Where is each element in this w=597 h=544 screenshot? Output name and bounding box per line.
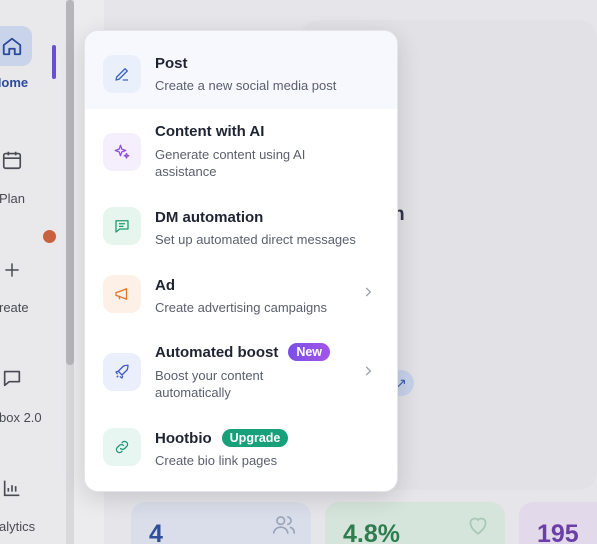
megaphone-icon [103,275,141,313]
sparkles-icon [103,133,141,171]
menu-item-title: Automated boost New [155,343,331,361]
sidebar-item-label: alytics [0,519,36,534]
pencil-icon [103,55,141,93]
stat-card-third[interactable]: 195 [519,502,597,544]
stat-card-engagement[interactable]: 4.8% [325,502,505,544]
menu-item-ad[interactable]: Ad Create advertising campaigns [85,265,397,327]
message-icon [103,207,141,245]
bar-chart-icon [0,468,32,508]
sidebar: Home Plan reate box 2.0 alytics [0,0,70,544]
chevron-right-icon [361,364,375,383]
stat-value: 4.8% [343,520,400,544]
notification-dot [43,230,56,243]
stat-value: 4 [149,520,163,544]
home-icon [0,26,32,66]
menu-item-title: Ad [155,277,175,294]
active-indicator [52,45,56,79]
menu-item-automated-boost[interactable]: Automated boost New Boost your content au… [85,333,397,413]
menu-item-content-ai[interactable]: Content with AI Generate content using A… [85,115,397,185]
link-icon [103,428,141,466]
new-badge: New [288,343,331,361]
sidebar-item-home[interactable]: Home [0,26,66,90]
upgrade-badge: Upgrade [221,429,289,447]
menu-item-title-text: Hootbio [155,430,212,447]
menu-item-desc: Create advertising campaigns [155,300,327,315]
stat-card-followers[interactable]: 4 [131,502,311,544]
menu-item-desc: Set up automated direct messages [155,232,356,247]
chat-icon [0,358,32,398]
heart-icon [465,512,491,543]
sidebar-item-create[interactable]: reate [0,250,66,315]
rocket-icon [103,353,141,391]
plus-icon [0,250,32,290]
menu-item-dm-automation[interactable]: DM automation Set up automated direct me… [85,197,397,259]
menu-item-hootbio[interactable]: Hootbio Upgrade Create bio link pages [85,423,397,483]
menu-item-post[interactable]: Post Create a new social media post [85,31,397,109]
sidebar-item-analytics[interactable]: alytics [0,468,66,534]
menu-item-desc: Create a new social media post [155,78,337,93]
create-menu: Post Create a new social media post Cont… [84,30,398,492]
menu-item-title: Content with AI [155,123,265,140]
calendar-icon [0,140,32,180]
menu-item-desc: Boost your content automatically [155,368,264,400]
users-icon [271,512,297,543]
menu-item-title: Hootbio Upgrade [155,429,289,447]
stat-value: 195 [537,520,579,544]
sidebar-item-inbox[interactable]: box 2.0 [0,358,66,425]
menu-item-desc: Create bio link pages [155,453,278,468]
menu-item-desc: Generate content using AI assistance [155,147,306,179]
sidebar-item-label: Home [0,75,29,90]
sidebar-scrollbar-thumb[interactable] [66,0,74,365]
sidebar-item-plan[interactable]: Plan [0,140,66,206]
chevron-right-icon [361,285,375,304]
menu-item-title-text: Automated boost [155,344,279,361]
menu-item-title: Post [155,55,188,72]
menu-item-title: DM automation [155,209,264,226]
